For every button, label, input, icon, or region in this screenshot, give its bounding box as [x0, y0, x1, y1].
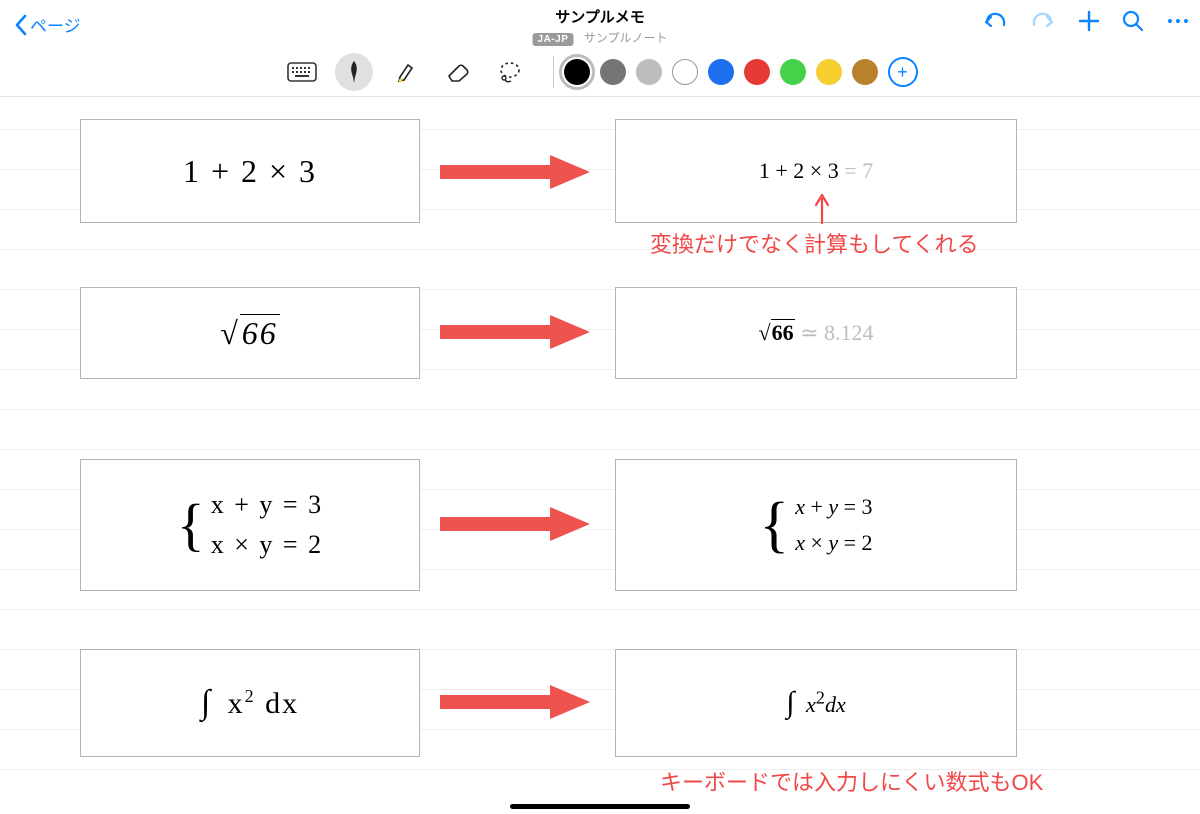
locale-badge: JA-JP [533, 33, 574, 46]
annotation-arrow-up-icon [811, 191, 833, 225]
left-brace-icon: { [177, 496, 205, 554]
color-swatch-red[interactable] [744, 59, 770, 85]
highlighter-tool[interactable] [387, 53, 425, 91]
handwritten-box-1[interactable]: 1 + 2 × 3 [80, 119, 420, 223]
annotation-note-2: キーボードでは入力しにくい数式もOK [660, 765, 1043, 797]
handwritten-eq-4: ∫ x2 dx [201, 684, 299, 722]
plus-icon [1078, 10, 1100, 32]
back-label: ページ [30, 12, 81, 37]
color-swatch-darkgrey[interactable] [600, 59, 626, 85]
typeset-eq-4: ∫ x2dx [786, 686, 845, 720]
arrow-right-icon [440, 315, 590, 349]
typeset-box-4[interactable]: ∫ x2dx [615, 649, 1017, 757]
keyboard-icon [287, 62, 317, 82]
undo-icon [982, 10, 1008, 32]
redo-button[interactable] [1030, 10, 1056, 32]
handwritten-box-2[interactable]: √66 [80, 287, 420, 379]
note-canvas[interactable]: 1 + 2 × 3 1 + 2 × 3 = 7 変換だけでなく計算もしてくれる … [0, 97, 1200, 814]
more-button[interactable] [1166, 16, 1190, 26]
handwritten-box-4[interactable]: ∫ x2 dx [80, 649, 420, 757]
home-bar [510, 804, 690, 809]
color-swatch-blue[interactable] [708, 59, 734, 85]
color-palette: + [564, 57, 918, 87]
typeset-eq-2: √66 ≃ 8.124 [758, 320, 873, 346]
plus-icon: + [897, 63, 908, 81]
pen-icon [342, 59, 366, 85]
navigation-bar: ページ サンプルメモ JA-JP サンプルノート [0, 0, 1200, 48]
lasso-icon [497, 60, 523, 84]
typeset-eq-1: 1 + 2 × 3 = 7 [759, 158, 873, 184]
color-swatch-green[interactable] [780, 59, 806, 85]
color-swatch-white[interactable] [672, 59, 698, 85]
nav-actions [982, 10, 1190, 32]
arrow-right-icon [440, 155, 590, 189]
color-swatch-black[interactable] [564, 59, 590, 85]
color-swatch-lightgrey[interactable] [636, 59, 662, 85]
eraser-tool[interactable] [439, 53, 477, 91]
handwritten-eq-2: √66 [220, 315, 280, 352]
notebook-subtitle: サンプルノート [584, 31, 668, 45]
typeset-box-3[interactable]: { x + y = 3 x × y = 2 [615, 459, 1017, 591]
add-color-button[interactable]: + [888, 57, 918, 87]
left-brace-icon: { [759, 494, 789, 556]
arrow-right-icon [440, 685, 590, 719]
add-button[interactable] [1078, 10, 1100, 32]
search-icon [1122, 10, 1144, 32]
pen-tool[interactable] [335, 53, 373, 91]
annotation-note-1: 変換だけでなく計算もしてくれる [650, 227, 979, 259]
arrow-right-icon [440, 507, 590, 541]
tool-bar: + [0, 48, 1200, 97]
page-title: サンプルメモ [533, 6, 668, 27]
undo-button[interactable] [982, 10, 1008, 32]
lasso-tool[interactable] [491, 53, 529, 91]
highlighter-icon [394, 59, 418, 85]
back-button[interactable]: ページ [14, 12, 81, 37]
chevron-left-icon [14, 14, 28, 36]
more-icon [1166, 16, 1190, 26]
typeset-box-2[interactable]: √66 ≃ 8.124 [615, 287, 1017, 379]
search-button[interactable] [1122, 10, 1144, 32]
keyboard-tool[interactable] [283, 53, 321, 91]
typeset-eq-3: x + y = 3 x × y = 2 [795, 494, 872, 556]
redo-icon [1030, 10, 1056, 32]
color-swatch-yellow[interactable] [816, 59, 842, 85]
nav-title-block: サンプルメモ JA-JP サンプルノート [533, 6, 668, 47]
tool-divider [553, 56, 554, 88]
color-swatch-brown[interactable] [852, 59, 878, 85]
handwritten-box-3[interactable]: { x + y = 3 x × y = 2 [80, 459, 420, 591]
handwritten-eq-1: 1 + 2 × 3 [183, 153, 317, 190]
eraser-icon [445, 61, 471, 83]
handwritten-eq-3: x + y = 3 x × y = 2 [211, 490, 323, 560]
